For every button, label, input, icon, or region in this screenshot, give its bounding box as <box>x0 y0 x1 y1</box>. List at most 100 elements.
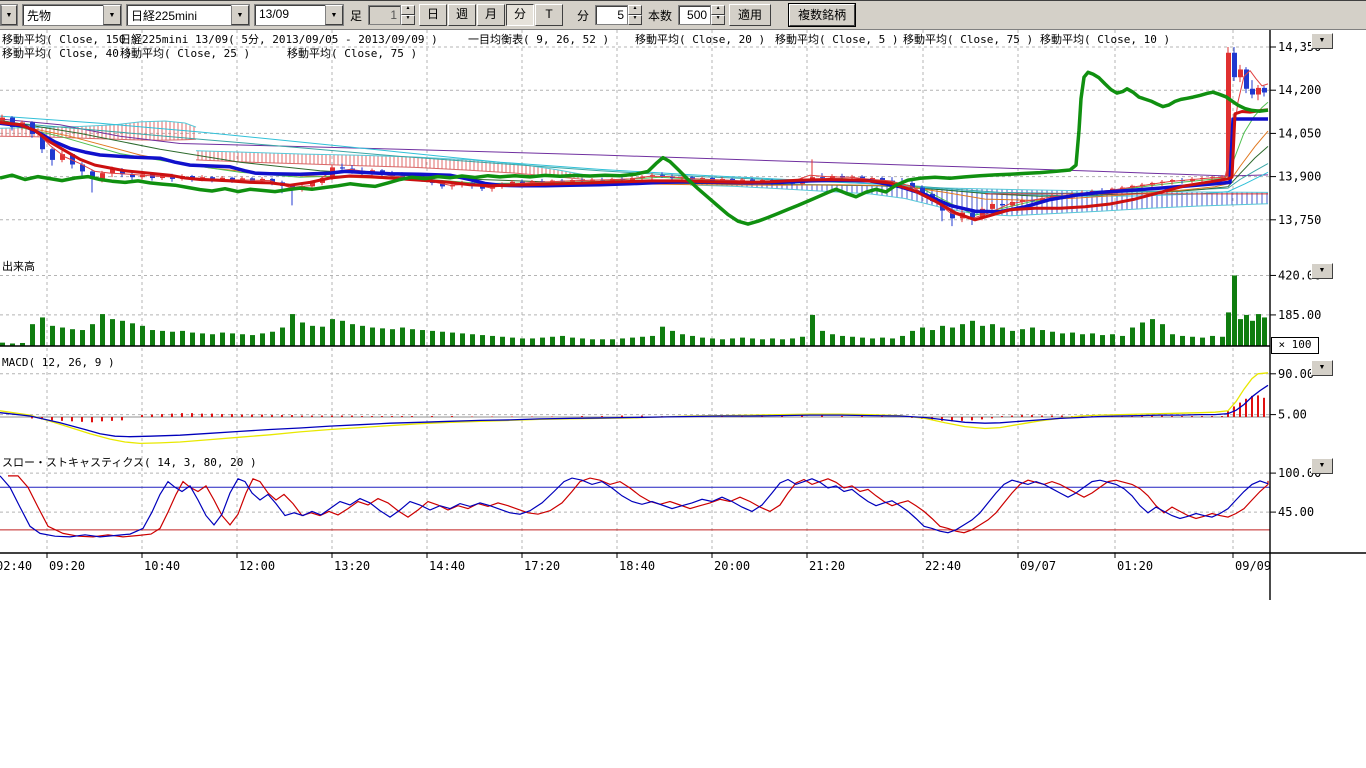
stoch-k-line <box>0 476 1268 537</box>
axis-label: 09:20 <box>49 559 85 573</box>
volume-bars <box>0 275 1267 346</box>
volume-bar <box>250 335 255 346</box>
candle <box>1000 204 1005 205</box>
volume-bar <box>290 314 295 346</box>
volume-bar <box>840 336 845 346</box>
volume-bar <box>1190 337 1195 346</box>
volume-bar <box>800 337 805 346</box>
volume-bar <box>230 333 235 346</box>
volume-bar <box>210 334 215 346</box>
volume-bar <box>370 328 375 346</box>
apply-button[interactable]: 適用 <box>729 4 771 26</box>
price-panel-dropdown-button[interactable]: ▼ <box>1311 33 1333 49</box>
volume-bar <box>1170 334 1175 346</box>
legend-row-2: 移動平均( Close, 40 ) 移動平均( Close, 25 ) 移動平均… <box>0 45 1270 59</box>
volume-bar <box>500 337 505 346</box>
volume-bar <box>390 329 395 346</box>
axis-label: 13,900 <box>1278 170 1321 184</box>
volume-bar <box>60 328 65 346</box>
volume-bar <box>1100 335 1105 346</box>
axis-label: 20:00 <box>714 559 750 573</box>
chart-area[interactable]: 14,35014,20014,05013,90013,750420.00185.… <box>0 0 1366 768</box>
spin-up-icon[interactable]: ▲ <box>711 5 725 15</box>
volume-bar <box>220 333 225 346</box>
period-button-minute[interactable]: 分 <box>506 4 534 26</box>
volume-bar <box>590 339 595 346</box>
volume-bar <box>520 338 525 346</box>
spin-up-icon[interactable]: ▲ <box>401 5 415 15</box>
candle <box>1238 69 1243 77</box>
period-button-tick[interactable]: T <box>535 4 563 26</box>
axis-label: 5.00 <box>1278 408 1307 422</box>
volume-bar <box>1050 332 1055 346</box>
volume-bar <box>860 338 865 346</box>
spin-up-icon[interactable]: ▲ <box>628 5 642 15</box>
volume-bar <box>890 338 895 346</box>
volume-bar <box>1140 322 1145 346</box>
volume-bar <box>530 338 535 346</box>
contract-month-select[interactable]: 13/09 ▼ <box>254 4 344 26</box>
app-window: ▼ 先物 ▼ 日経225mini ▼ 13/09 ▼ 足 1 ▲▼ 日 週 月 … <box>0 0 1366 768</box>
chevron-down-icon[interactable]: ▼ <box>103 5 121 25</box>
volume-bar <box>150 330 155 346</box>
chevron-down-icon[interactable]: ▼ <box>325 5 343 25</box>
volume-bar <box>910 331 915 346</box>
period-button-month[interactable]: 月 <box>477 4 505 26</box>
toolbar: ▼ 先物 ▼ 日経225mini ▼ 13/09 ▼ 足 1 ▲▼ 日 週 月 … <box>0 0 1366 30</box>
volume-bar <box>570 338 575 346</box>
spin-down-icon[interactable]: ▼ <box>401 15 415 25</box>
volume-bar <box>360 326 365 346</box>
axis-label: 185.00 <box>1278 308 1321 322</box>
period-button-day[interactable]: 日 <box>419 4 447 26</box>
volume-bar <box>1010 331 1015 346</box>
security-type-select[interactable]: 先物 ▼ <box>22 4 122 26</box>
legend-item: 移動平均( Close, 40 ) <box>2 45 132 61</box>
minute-stepper[interactable]: 5 ▲▼ <box>595 5 642 25</box>
volume-bar <box>930 330 935 346</box>
stoch-d-line <box>8 476 1268 537</box>
volume-bar <box>310 326 315 346</box>
volume-bar <box>990 324 995 346</box>
axis-label: 45.00 <box>1278 505 1314 519</box>
volume-bar <box>240 334 245 346</box>
volume-bar <box>200 333 205 346</box>
count-stepper[interactable]: 500 ▲▼ <box>678 5 725 25</box>
chevron-down-icon[interactable]: ▼ <box>231 5 249 25</box>
volume-bar <box>1110 334 1115 346</box>
axis-label: 10:40 <box>144 559 180 573</box>
volume-bar <box>790 338 795 346</box>
spin-down-icon[interactable]: ▼ <box>711 15 725 25</box>
macd-panel-dropdown-button[interactable]: ▼ <box>1311 360 1333 376</box>
volume-bar <box>580 338 585 346</box>
volume-bar <box>920 328 925 346</box>
axis-label: 18:40 <box>619 559 655 573</box>
volume-bar <box>1160 324 1165 346</box>
volume-bar <box>820 331 825 346</box>
volume-bar <box>480 335 485 346</box>
volume-bar <box>1130 328 1135 346</box>
volume-panel-dropdown-button[interactable]: ▼ <box>1311 263 1333 279</box>
candle <box>340 167 345 168</box>
volume-bar <box>1060 333 1065 346</box>
bar-interval-stepper[interactable]: 1 ▲▼ <box>368 5 415 25</box>
stochastics-panel-dropdown-button[interactable]: ▼ <box>1311 458 1333 474</box>
stochastics-panel-title: スロー・ストキャスティクス( 14, 3, 80, 20 ) <box>2 454 257 470</box>
axis-label: 09/07 <box>1020 559 1056 573</box>
contract-month-value: 13/09 <box>255 5 325 25</box>
volume-bar <box>330 319 335 346</box>
volume-bar <box>1232 275 1237 346</box>
volume-bar <box>770 338 775 346</box>
volume-bar <box>50 326 55 346</box>
spin-down-icon[interactable]: ▼ <box>628 15 642 25</box>
volume-bar <box>420 330 425 346</box>
period-button-week[interactable]: 週 <box>448 4 476 26</box>
chevron-down-icon[interactable]: ▼ <box>1 5 17 25</box>
partial-combobox[interactable]: ▼ <box>0 4 18 26</box>
volume-bar <box>940 326 945 346</box>
multi-symbol-button[interactable]: 複数銘柄 <box>789 4 855 26</box>
axis-label: 01:20 <box>1117 559 1153 573</box>
volume-bar <box>300 322 305 346</box>
symbol-select[interactable]: 日経225mini ▼ <box>126 4 250 26</box>
volume-bar <box>1030 328 1035 346</box>
candle <box>1262 88 1267 93</box>
